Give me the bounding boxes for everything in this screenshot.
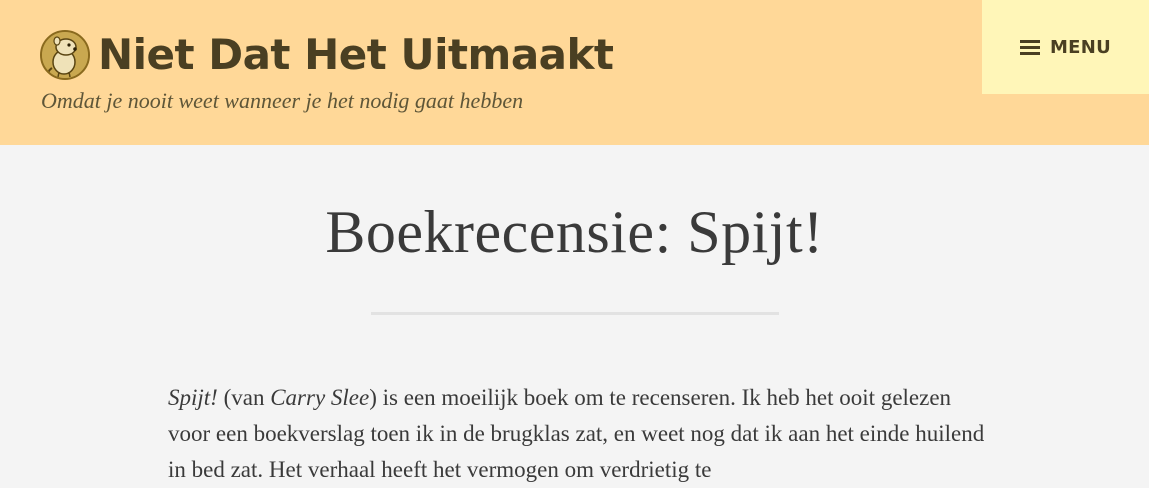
author-name: Carry Slee <box>270 385 370 410</box>
hamburger-icon <box>1019 39 1040 55</box>
menu-button[interactable]: MENU <box>982 0 1149 94</box>
site-tagline: Omdat je nooit weet wanneer je het nodig… <box>41 88 524 113</box>
site-header: Niet Dat Het Uitmaakt Omdat je nooit wee… <box>0 0 1149 145</box>
post-content: Spijt! (van Carry Slee) is een moeilijk … <box>168 380 988 488</box>
post-title: Boekrecensie: Spijt! <box>325 199 824 265</box>
intro-text-1: (van <box>217 385 271 410</box>
book-title: Spijt! <box>168 385 218 410</box>
site-title[interactable]: Niet Dat Het Uitmaakt <box>98 34 614 76</box>
title-divider <box>371 312 779 315</box>
beaver-mascot-icon[interactable] <box>40 30 90 80</box>
menu-label: MENU <box>1049 36 1112 58</box>
site-branding[interactable]: Niet Dat Het Uitmaakt <box>40 30 614 80</box>
